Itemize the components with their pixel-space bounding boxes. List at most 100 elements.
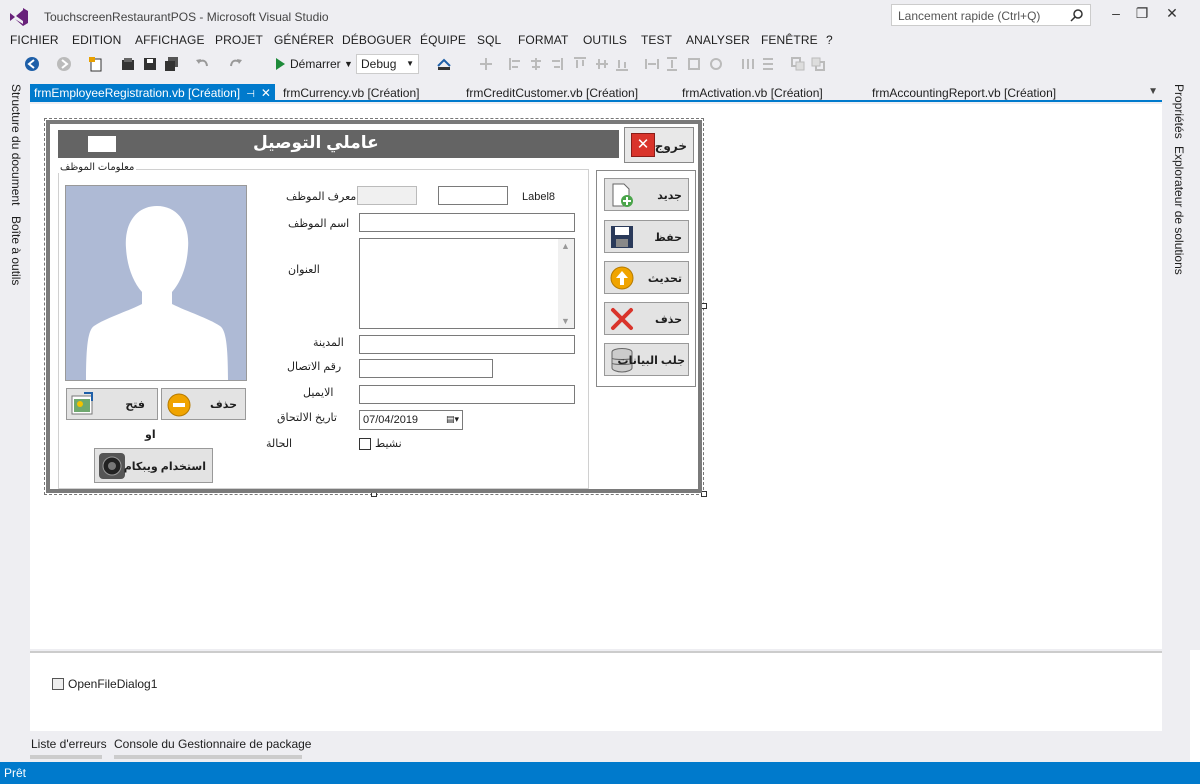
back-icon[interactable] — [24, 56, 40, 72]
menu-equipe[interactable]: ÉQUIPE — [420, 33, 466, 47]
new-button[interactable]: جديد — [604, 178, 689, 211]
tab-order-icon[interactable] — [436, 56, 452, 72]
joining-date-picker[interactable]: 07/04/2019 ▤▾ — [359, 410, 463, 430]
component-tray: OpenFileDialog1 — [30, 651, 1162, 731]
address-scrollbar[interactable]: ▲ ▼ — [558, 239, 574, 328]
calendar-dropdown-icon[interactable]: ▤▾ — [446, 414, 459, 425]
menu-projet[interactable]: PROJET — [215, 33, 263, 47]
start-dropdown-icon[interactable]: ▼ — [344, 59, 353, 69]
vertical-spacing-icon[interactable] — [760, 56, 776, 72]
search-icon[interactable] — [1070, 8, 1084, 22]
address-label: العنوان — [288, 264, 320, 276]
scroll-down-icon[interactable]: ▼ — [561, 316, 570, 326]
tabs-dropdown-icon[interactable]: ▼ — [1148, 86, 1158, 97]
open-photo-button[interactable]: فتح — [66, 388, 158, 420]
align-tops-icon[interactable] — [572, 56, 588, 72]
open-photo-label: فتح — [125, 399, 145, 411]
package-manager-console-tab[interactable]: Console du Gestionnaire de package — [114, 737, 311, 751]
employee-id-input[interactable] — [357, 186, 417, 205]
size-to-grid-icon[interactable] — [708, 56, 724, 72]
active-checkbox[interactable] — [359, 438, 371, 450]
start-debug-icon[interactable] — [272, 56, 288, 72]
menu-sql[interactable]: SQL — [477, 33, 501, 47]
tab-frm-currency[interactable]: frmCurrency.vb [Création] — [279, 84, 423, 101]
make-same-height-icon[interactable] — [664, 56, 680, 72]
close-window-icon[interactable]: ✕ — [1160, 5, 1184, 25]
toolbox-tab[interactable]: Boîte à outils — [9, 216, 23, 285]
error-list-tab[interactable]: Liste d'erreurs — [31, 737, 107, 751]
properties-tab[interactable]: Propriétés — [1172, 84, 1186, 139]
horizontal-spacing-icon[interactable] — [740, 56, 756, 72]
delete-button[interactable]: حذف — [604, 302, 689, 335]
redo-icon[interactable] — [228, 56, 244, 72]
contact-number-input[interactable] — [359, 359, 493, 378]
solution-explorer-tab[interactable]: Explorateur de solutions — [1172, 146, 1186, 275]
menu-deboguer[interactable]: DÉBOGUER — [342, 33, 411, 47]
fetch-data-button[interactable]: جلب البيانات — [604, 343, 689, 376]
menu-format[interactable]: FORMAT — [518, 33, 568, 47]
send-to-back-icon[interactable] — [810, 56, 826, 72]
open-image-icon — [71, 392, 93, 415]
make-same-width-icon[interactable] — [644, 56, 660, 72]
use-webcam-button[interactable]: استخدام ويبكام — [94, 448, 213, 483]
dialog-icon — [52, 678, 64, 690]
update-button[interactable]: تحديث — [604, 261, 689, 294]
scroll-up-icon[interactable]: ▲ — [561, 241, 570, 251]
email-input[interactable] — [359, 385, 575, 404]
new-project-icon[interactable] — [88, 56, 104, 72]
menu-edition[interactable]: EDITION — [72, 33, 121, 47]
align-lefts-icon[interactable] — [508, 56, 524, 72]
pin-icon[interactable]: ⊣ — [246, 89, 255, 100]
undo-icon[interactable] — [194, 56, 210, 72]
save-button[interactable]: حفظ — [604, 220, 689, 253]
menu-fenetre[interactable]: FENÊTRE — [761, 33, 818, 47]
align-grid-icon[interactable] — [478, 56, 494, 72]
document-tabs: frmEmployeeRegistration.vb [Création] ⊣ ✕ … — [30, 84, 1162, 102]
quick-launch-input[interactable]: Lancement rapide (Ctrl+Q) — [891, 4, 1091, 26]
menu-affichage[interactable]: AFFICHAGE — [135, 33, 205, 47]
menu-analyser[interactable]: ANALYSER — [686, 33, 750, 47]
align-centers-icon[interactable] — [528, 56, 544, 72]
minimize-icon[interactable]: – — [1104, 5, 1128, 25]
forward-icon[interactable] — [56, 56, 72, 72]
error-list-tab-underline — [30, 755, 102, 759]
employee-photo — [65, 185, 247, 381]
restore-icon[interactable]: ❐ — [1130, 5, 1154, 25]
city-input[interactable] — [359, 335, 575, 354]
close-icon: ✕ — [631, 133, 655, 157]
save-label: حفظ — [654, 232, 682, 244]
tab-label: frmEmployeeRegistration.vb [Création] — [34, 86, 241, 100]
webcam-icon — [99, 453, 125, 479]
start-button[interactable]: Démarrer — [290, 57, 341, 71]
menu-help[interactable]: ? — [826, 33, 833, 47]
tab-label: frmActivation.vb [Création] — [682, 86, 823, 100]
employee-name-input[interactable] — [359, 213, 575, 232]
menu-fichier[interactable]: FICHIER — [10, 33, 59, 47]
tab-frm-activation[interactable]: frmActivation.vb [Création] — [678, 84, 827, 101]
menu-test[interactable]: TEST — [641, 33, 672, 47]
menu-bar: FICHIER EDITION AFFICHAGE PROJET GÉNÉRER… — [0, 32, 1200, 52]
align-bottoms-icon[interactable] — [614, 56, 630, 72]
config-select[interactable]: Debug ▼ — [356, 54, 419, 74]
label8-input[interactable] — [438, 186, 508, 205]
update-label: تحديث — [647, 273, 682, 285]
document-outline-tab[interactable]: Structure du document — [9, 84, 23, 205]
save-all-icon[interactable] — [164, 56, 180, 72]
arrow-up-circle-icon — [610, 266, 634, 290]
exit-button[interactable]: ✕ خروج — [624, 127, 694, 163]
align-middles-icon[interactable] — [594, 56, 610, 72]
close-tab-icon[interactable]: ✕ — [261, 86, 271, 100]
tab-frm-credit-customer[interactable]: frmCreditCustomer.vb [Création] — [462, 84, 642, 101]
menu-outils[interactable]: OUTILS — [583, 33, 627, 47]
bring-to-front-icon[interactable] — [790, 56, 806, 72]
open-file-dialog-component[interactable]: OpenFileDialog1 — [52, 677, 157, 691]
save-icon[interactable] — [142, 56, 158, 72]
make-same-size-icon[interactable] — [686, 56, 702, 72]
delete-photo-button[interactable]: حذف — [161, 388, 246, 420]
tab-frm-accounting-report[interactable]: frmAccountingReport.vb [Création] — [868, 84, 1060, 101]
align-rights-icon[interactable] — [548, 56, 564, 72]
address-textarea[interactable]: ▲ ▼ — [359, 238, 575, 329]
open-file-icon[interactable] — [120, 56, 136, 72]
tab-frm-employee-registration[interactable]: frmEmployeeRegistration.vb [Création] ⊣ ✕ — [30, 84, 275, 101]
menu-generer[interactable]: GÉNÉRER — [274, 33, 334, 47]
